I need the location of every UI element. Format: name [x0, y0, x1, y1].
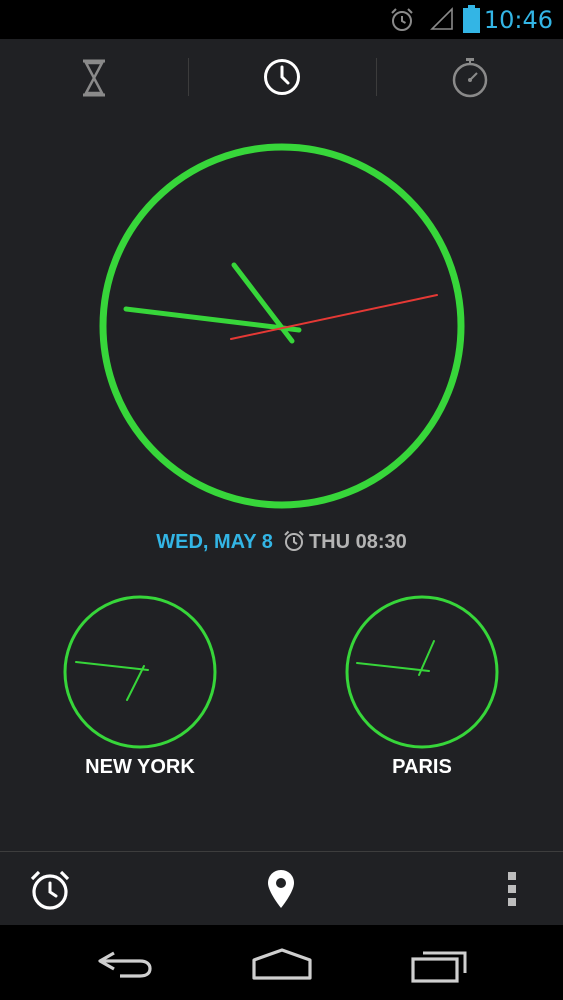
date-row: WED, MAY 8 THU 08:30	[0, 527, 563, 557]
main-analog-clock	[98, 142, 466, 510]
world-clock-paris[interactable]: PARIS	[345, 595, 499, 778]
clock-app: WED, MAY 8 THU 08:30 NEW YORK PARIS	[0, 39, 563, 926]
city-name: NEW YORK	[85, 756, 195, 778]
current-date: WED, MAY 8	[156, 531, 273, 553]
paris-analog-clock	[345, 595, 499, 749]
back-icon[interactable]	[96, 949, 154, 979]
city-name: PARIS	[392, 756, 452, 778]
overflow-menu-icon[interactable]	[506, 872, 518, 906]
signal-icon	[430, 7, 453, 30]
status-time: 10:46	[483, 6, 553, 34]
tab-clock[interactable]	[188, 39, 376, 115]
status-bar: 10:46	[0, 0, 563, 39]
recents-icon[interactable]	[411, 945, 469, 983]
world-clock-new-york[interactable]: NEW YORK	[63, 595, 217, 778]
home-icon[interactable]	[251, 947, 313, 981]
stopwatch-icon	[452, 58, 488, 98]
tab-stopwatch[interactable]	[376, 39, 563, 115]
action-bar	[0, 851, 563, 926]
new-york-hour-hand	[126, 665, 145, 701]
next-alarm-time: THU 08:30	[308, 531, 407, 553]
navigation-bar	[0, 925, 563, 1000]
tab-bar	[0, 39, 563, 115]
alarm-clock-icon[interactable]	[29, 869, 71, 911]
battery-icon	[463, 5, 480, 33]
clock-icon	[264, 59, 300, 95]
hourglass-icon	[83, 59, 105, 97]
alarm-icon	[391, 8, 413, 31]
tab-timer[interactable]	[0, 39, 188, 115]
location-pin-icon[interactable]	[267, 869, 295, 909]
paris-minute-hand	[356, 662, 430, 672]
next-alarm-icon	[284, 530, 304, 551]
new-york-analog-clock	[63, 595, 217, 749]
new-york-minute-hand	[75, 661, 149, 671]
